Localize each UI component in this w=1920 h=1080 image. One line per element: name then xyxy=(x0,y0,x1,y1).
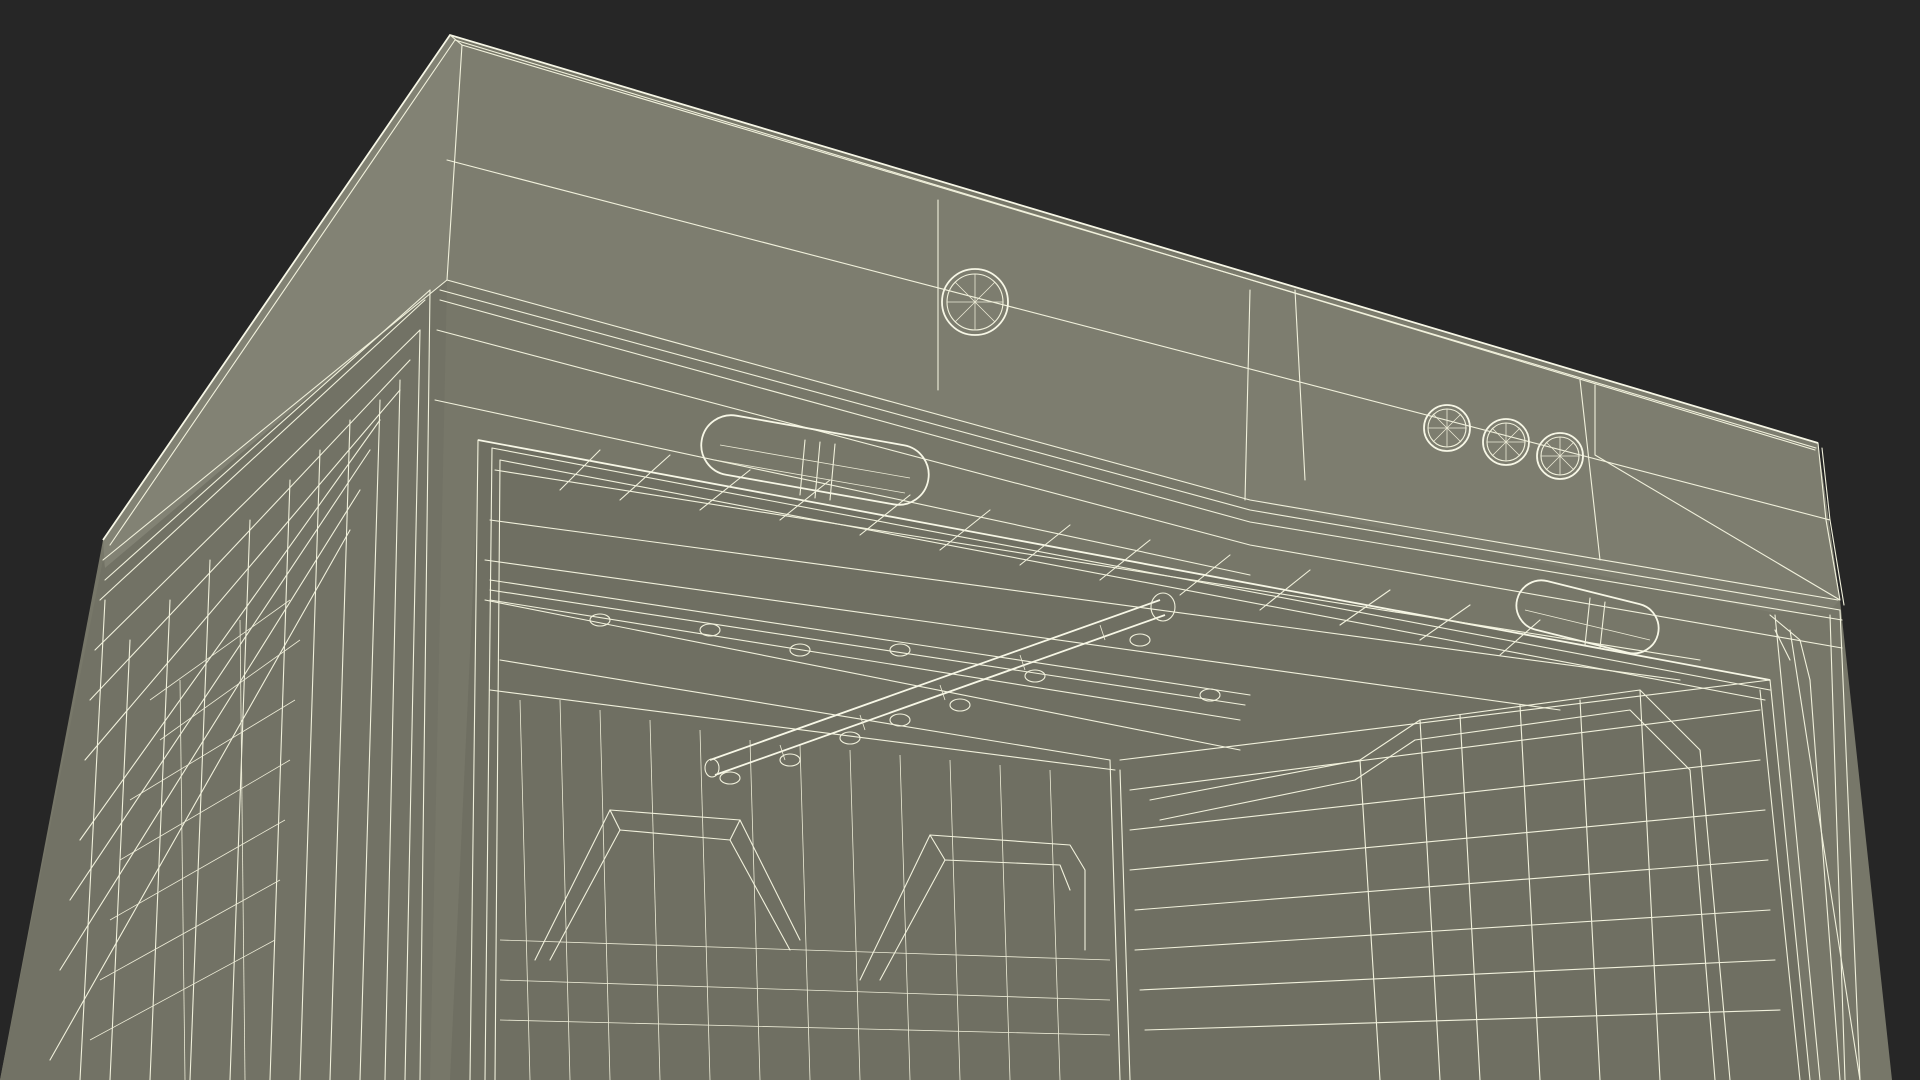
panel-light-1 xyxy=(1423,404,1471,452)
panel-light-2 xyxy=(1482,418,1530,466)
panel-light-single xyxy=(941,268,1009,336)
wireframe-render xyxy=(0,0,1920,1080)
viewport xyxy=(0,0,1920,1080)
panel-light-3 xyxy=(1536,432,1584,480)
